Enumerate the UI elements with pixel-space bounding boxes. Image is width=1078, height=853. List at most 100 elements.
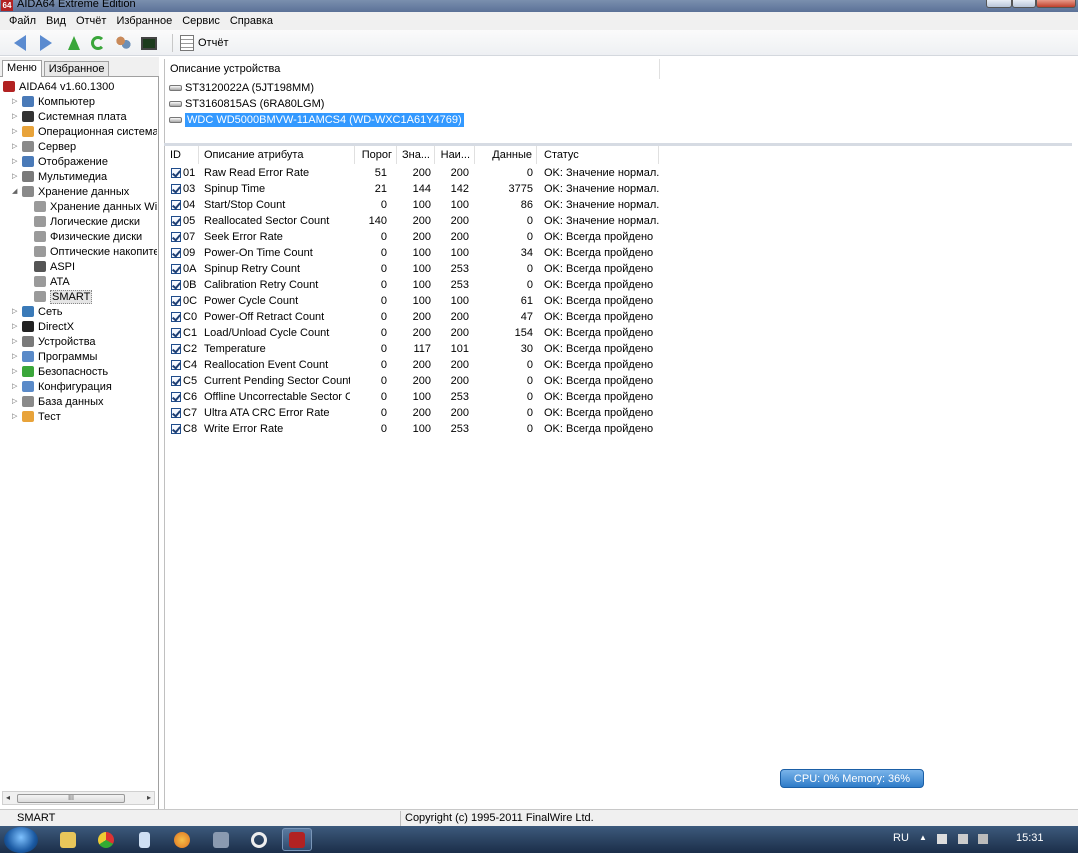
table-row[interactable]: 09 Power-On Time Count 0 100 100 34 OK: Всегда… [165, 245, 659, 261]
menu-service[interactable]: Сервис [177, 15, 225, 27]
tree-item-aida[interactable]: AIDA64 v1.60.1300 [3, 79, 114, 94]
row-checkbox[interactable] [171, 280, 181, 290]
expand-icon[interactable]: ▷ [12, 368, 20, 376]
row-checkbox[interactable] [171, 344, 181, 354]
row-checkbox[interactable] [171, 264, 181, 274]
volume-icon[interactable] [978, 834, 988, 844]
tree-item-smart[interactable]: SMART [34, 289, 93, 304]
nav-horizontal-scrollbar[interactable]: ◂ III ▸ [2, 791, 155, 805]
expand-icon[interactable]: ▷ [12, 143, 20, 151]
taskbar-opera[interactable] [244, 828, 274, 851]
row-checkbox[interactable] [171, 200, 181, 210]
device-item[interactable]: ST3120022A (5JT198MM) [169, 80, 314, 95]
table-row[interactable]: 0A Spinup Retry Count 0 100 253 0 OK: Всегда п… [165, 261, 659, 277]
monitor-button[interactable] [138, 33, 160, 53]
close-button[interactable] [1036, 0, 1076, 8]
header-value[interactable]: Зна... [397, 146, 435, 164]
row-checkbox[interactable] [171, 360, 181, 370]
tree-item-directx[interactable]: ▷ DirectX [12, 319, 74, 334]
tree-item-security[interactable]: ▷ Безопасность [12, 364, 108, 379]
taskbar-aida64[interactable] [282, 828, 312, 851]
table-row[interactable]: C4 Reallocation Event Count 0 200 200 0 OK: Вс… [165, 357, 659, 373]
tree-item-storage-win[interactable]: Хранение данных Win [34, 199, 157, 214]
tree-item-storage[interactable]: ◢ Хранение данных [12, 184, 129, 199]
tree-item-multimedia[interactable]: ▷ Мультимедиа [12, 169, 107, 184]
menu-help[interactable]: Справка [225, 15, 278, 27]
header-status[interactable]: Статус [537, 146, 659, 164]
table-row[interactable]: 07 Seek Error Rate 0 200 200 0 OK: Всегда прой… [165, 229, 659, 245]
back-button[interactable] [9, 33, 31, 53]
expand-icon[interactable]: ▷ [12, 98, 20, 106]
expand-icon[interactable]: ▷ [12, 413, 20, 421]
tree-item-display[interactable]: ▷ Отображение [12, 154, 108, 169]
refresh-button[interactable] [87, 33, 109, 53]
tree-item-motherboard[interactable]: ▷ Системная плата [12, 109, 127, 124]
action-center-flag-icon[interactable] [937, 834, 947, 844]
expand-icon[interactable]: ▷ [12, 338, 20, 346]
row-checkbox[interactable] [171, 296, 181, 306]
table-row[interactable]: 05 Reallocated Sector Count 140 200 200 0 OK: … [165, 213, 659, 229]
header-attribute[interactable]: Описание атрибута [199, 146, 355, 164]
row-checkbox[interactable] [171, 376, 181, 386]
tab-menu[interactable]: Меню [2, 60, 42, 77]
forward-button[interactable] [35, 33, 57, 53]
expand-icon[interactable]: ▷ [12, 173, 20, 181]
table-row[interactable]: 0B Calibration Retry Count 0 100 253 0 OK: Все… [165, 277, 659, 293]
language-indicator[interactable]: RU [893, 832, 909, 844]
expand-icon[interactable]: ▷ [12, 113, 20, 121]
table-row[interactable]: C1 Load/Unload Cycle Count 0 200 200 154 OK: В… [165, 325, 659, 341]
tree-item-database[interactable]: ▷ База данных [12, 394, 104, 409]
taskbar-explorer[interactable] [53, 828, 83, 851]
header-worst[interactable]: Наи... [435, 146, 475, 164]
row-checkbox[interactable] [171, 328, 181, 338]
expand-icon[interactable]: ▷ [12, 128, 20, 136]
header-threshold[interactable]: Порог [355, 146, 397, 164]
table-row[interactable]: C0 Power-Off Retract Count 0 200 200 47 OK: Вс… [165, 309, 659, 325]
tree-item-aspi[interactable]: ASPI [34, 259, 75, 274]
tree-item-network[interactable]: ▷ Сеть [12, 304, 62, 319]
table-row[interactable]: C8 Write Error Rate 0 100 253 0 OK: Всегда про… [165, 421, 659, 437]
minimize-button[interactable] [986, 0, 1012, 8]
row-checkbox[interactable] [171, 408, 181, 418]
table-row[interactable]: C6 Offline Uncorrectable Sector C... 0 100 2… [165, 389, 659, 405]
table-row[interactable]: 04 Start/Stop Count 0 100 100 86 OK: Значение … [165, 197, 659, 213]
expand-icon[interactable]: ▷ [12, 308, 20, 316]
row-checkbox[interactable] [171, 392, 181, 402]
start-button[interactable] [4, 827, 38, 853]
table-row[interactable]: 03 Spinup Time 21 144 142 3775 OK: Значение но… [165, 181, 659, 197]
collapse-icon[interactable]: ◢ [12, 188, 20, 196]
taskbar-chrome[interactable] [91, 828, 121, 851]
table-row[interactable]: C7 Ultra ATA CRC Error Rate 0 200 200 0 OK: Вс… [165, 405, 659, 421]
taskbar-notepad[interactable] [129, 828, 159, 851]
tree-item-config[interactable]: ▷ Конфигурация [12, 379, 112, 394]
header-id[interactable]: ID [165, 146, 199, 164]
expand-icon[interactable]: ▷ [12, 353, 20, 361]
tree-item-server[interactable]: ▷ Сервер [12, 139, 76, 154]
tree-item-programs[interactable]: ▷ Программы [12, 349, 97, 364]
row-checkbox[interactable] [171, 312, 181, 322]
network-tray-icon[interactable] [958, 834, 968, 844]
row-checkbox[interactable] [171, 184, 181, 194]
device-item[interactable]: ST3160815AS (6RA80LGM) [169, 96, 324, 111]
taskbar-firefox[interactable] [167, 828, 197, 851]
menu-favorites[interactable]: Избранное [111, 15, 177, 27]
report-button[interactable]: Отчёт [180, 33, 228, 53]
table-row[interactable]: C5 Current Pending Sector Count 0 200 200 0 OK… [165, 373, 659, 389]
table-row[interactable]: C2 Temperature 0 117 101 30 OK: Всегда пройден… [165, 341, 659, 357]
up-button[interactable] [63, 33, 85, 53]
expand-icon[interactable]: ▷ [12, 383, 20, 391]
tree-item-devices[interactable]: ▷ Устройства [12, 334, 96, 349]
clock[interactable]: 15:31 [1016, 832, 1044, 844]
device-column-header[interactable]: Описание устройства [165, 59, 660, 79]
header-data[interactable]: Данные [475, 146, 537, 164]
tree-item-computer[interactable]: ▷ Компьютер [12, 94, 95, 109]
user-button[interactable] [112, 33, 134, 53]
tree-item-test[interactable]: ▷ Тест [12, 409, 61, 424]
taskbar-app[interactable] [206, 828, 236, 851]
scroll-right-icon[interactable]: ▸ [147, 793, 151, 802]
tab-favorites[interactable]: Избранное [43, 61, 110, 76]
row-checkbox[interactable] [171, 232, 181, 242]
table-row[interactable]: 01 Raw Read Error Rate 51 200 200 0 OK: Значен… [165, 165, 659, 181]
tree-item-physical-disk[interactable]: Физические диски [34, 229, 142, 244]
menu-report[interactable]: Отчёт [71, 15, 111, 27]
